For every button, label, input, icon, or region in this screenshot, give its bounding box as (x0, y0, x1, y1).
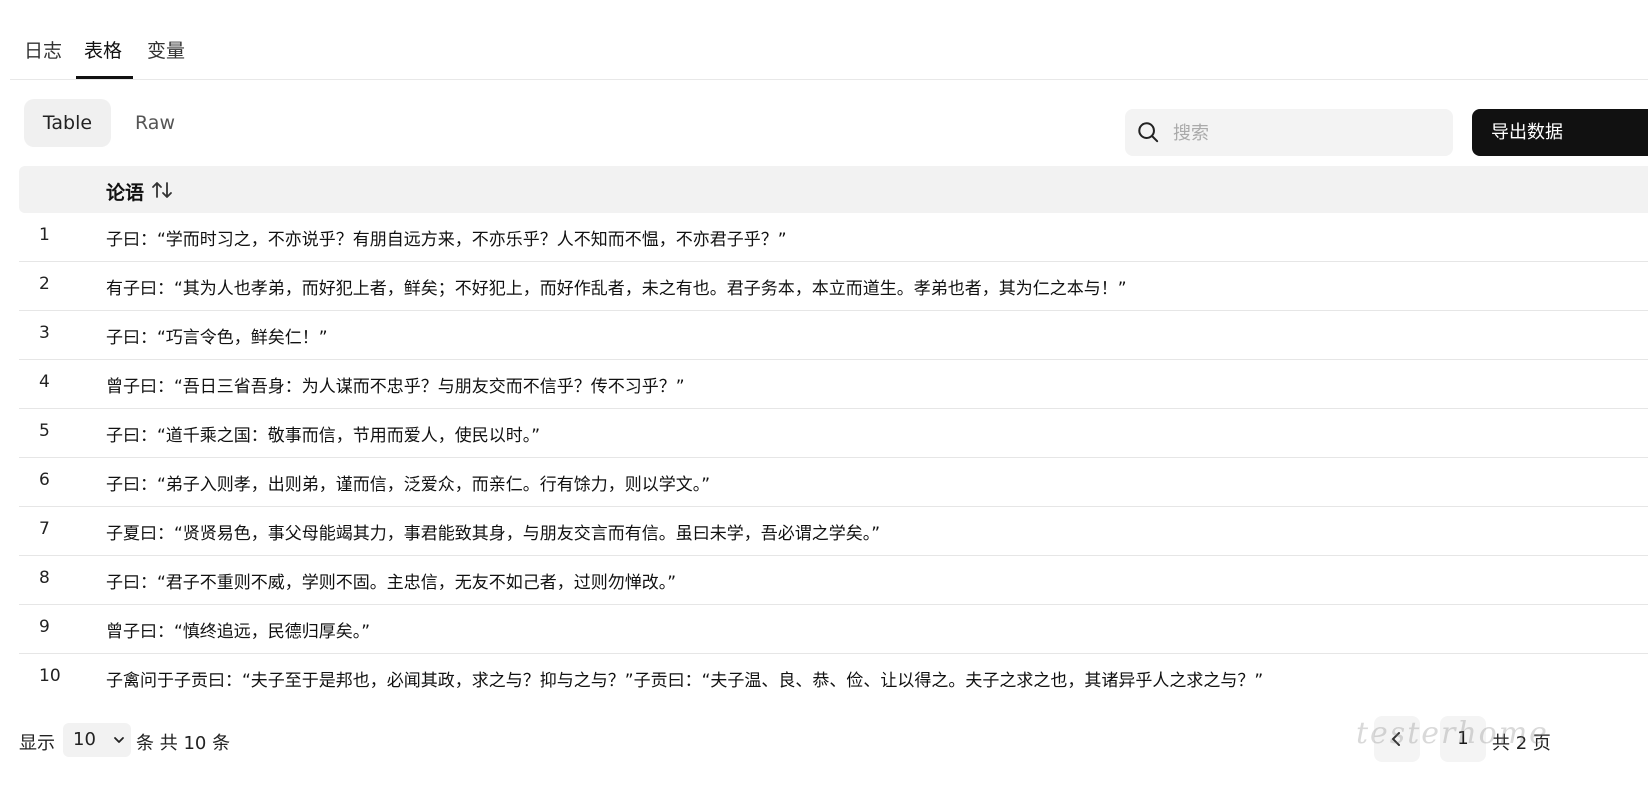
active-tab-indicator (76, 76, 133, 79)
table-row[interactable]: 6 子曰：“弟子入则孝，出则弟，谨而信，泛爱众，而亲仁。行有馀力，则以学文。” (19, 458, 1648, 507)
table-view-button[interactable]: Table (24, 99, 111, 147)
row-index: 3 (39, 323, 50, 343)
page-size-value: 10 (73, 729, 96, 750)
row-index: 4 (39, 372, 50, 392)
row-text: 子曰：“弟子入则孝，出则弟，谨而信，泛爱众，而亲仁。行有馀力，则以学文。” (106, 475, 711, 495)
total-count-label: 条 共 10 条 (136, 733, 231, 754)
row-index: 9 (39, 617, 50, 637)
table-row[interactable]: 5 子曰：“道千乘之国：敬事而信，节用而爱人，使民以时。” (19, 409, 1648, 458)
table-row[interactable]: 3 子曰：“巧言令色，鲜矣仁！” (19, 311, 1648, 360)
table-row[interactable]: 7 子夏曰：“贤贤易色，事父母能竭其力，事君能致其身，与朋友交言而有信。虽曰未学… (19, 507, 1648, 556)
table-row[interactable]: 2 有子曰：“其为人也孝弟，而好犯上者，鲜矣；不好犯上，而好作乱者，未之有也。君… (19, 262, 1648, 311)
show-label: 显示 (19, 733, 55, 754)
row-index: 6 (39, 470, 50, 490)
row-index: 5 (39, 421, 50, 441)
total-pages-label: 共 2 页 (1492, 733, 1551, 754)
page: 日志 表格 变量 Table Raw 导出数据 论语 1 子曰：“学而时习之，不… (0, 0, 1648, 807)
row-index: 10 (39, 666, 61, 686)
raw-view-button[interactable]: Raw (116, 99, 194, 147)
search-icon (1138, 122, 1159, 143)
top-tabs: 日志 表格 变量 (10, 0, 1648, 80)
row-index: 1 (39, 225, 50, 245)
page-number-button[interactable]: 1 (1440, 716, 1486, 762)
chevron-down-icon (114, 737, 124, 743)
row-text: 子曰：“君子不重则不威，学则不固。主忠信，无友不如己者，过则勿惮改。” (106, 573, 677, 593)
row-index: 2 (39, 274, 50, 294)
row-text: 子曰：“巧言令色，鲜矣仁！” (106, 328, 328, 348)
previous-page-button[interactable] (1374, 716, 1420, 762)
sort-icon[interactable] (151, 180, 173, 200)
tab-log[interactable]: 日志 (24, 36, 62, 63)
export-data-button[interactable]: 导出数据 (1472, 109, 1648, 156)
chevron-left-icon (1392, 732, 1400, 746)
table-row[interactable]: 9 曾子曰：“慎终追远，民德归厚矣。” (19, 605, 1648, 654)
tab-table[interactable]: 表格 (84, 36, 122, 63)
table-row[interactable]: 1 子曰：“学而时习之，不亦说乎？有朋自远方来，不亦乐乎？人不知而不愠，不亦君子… (19, 213, 1648, 262)
row-text: 子夏曰：“贤贤易色，事父母能竭其力，事君能致其身，与朋友交言而有信。虽曰未学，吾… (106, 524, 881, 544)
table-row[interactable]: 10 子禽问于子贡曰：“夫子至于是邦也，必闻其政，求之与？抑与之与？”子贡曰：“… (19, 654, 1648, 702)
page-size-select[interactable]: 10 (63, 723, 131, 757)
row-index: 8 (39, 568, 50, 588)
table-row[interactable]: 4 曾子曰：“吾日三省吾身：为人谋而不忠乎？与朋友交而不信乎？传不习乎？” (19, 360, 1648, 409)
row-text: 子曰：“学而时习之，不亦说乎？有朋自远方来，不亦乐乎？人不知而不愠，不亦君子乎？… (106, 230, 787, 250)
row-index: 7 (39, 519, 50, 539)
column-header-lunyu[interactable]: 论语 (106, 178, 144, 205)
table-header: 论语 (19, 166, 1648, 213)
table-row[interactable]: 8 子曰：“君子不重则不威，学则不固。主忠信，无友不如己者，过则勿惮改。” (19, 556, 1648, 605)
data-table: 论语 1 子曰：“学而时习之，不亦说乎？有朋自远方来，不亦乐乎？人不知而不愠，不… (19, 166, 1648, 702)
row-text: 曾子曰：“吾日三省吾身：为人谋而不忠乎？与朋友交而不信乎？传不习乎？” (106, 377, 685, 397)
row-text: 有子曰：“其为人也孝弟，而好犯上者，鲜矣；不好犯上，而好作乱者，未之有也。君子务… (106, 279, 1127, 299)
search-box (1125, 109, 1453, 158)
tab-variables[interactable]: 变量 (147, 36, 185, 63)
row-text: 子曰：“道千乘之国：敬事而信，节用而爱人，使民以时。” (106, 426, 541, 446)
search-input[interactable] (1171, 109, 1445, 158)
row-text: 子禽问于子贡曰：“夫子至于是邦也，必闻其政，求之与？抑与之与？”子贡曰：“夫子温… (106, 671, 1264, 691)
row-text: 曾子曰：“慎终追远，民德归厚矣。” (106, 622, 371, 642)
